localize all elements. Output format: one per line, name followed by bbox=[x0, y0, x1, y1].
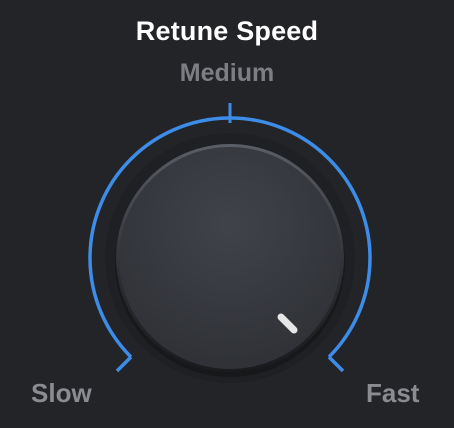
min-label: Slow bbox=[31, 378, 92, 408]
min-end-tick bbox=[115, 355, 133, 373]
max-label: Fast bbox=[366, 378, 420, 408]
max-end-tick bbox=[327, 355, 345, 373]
rotary-knob[interactable] bbox=[115, 144, 345, 377]
retune-speed-control bbox=[88, 103, 372, 383]
